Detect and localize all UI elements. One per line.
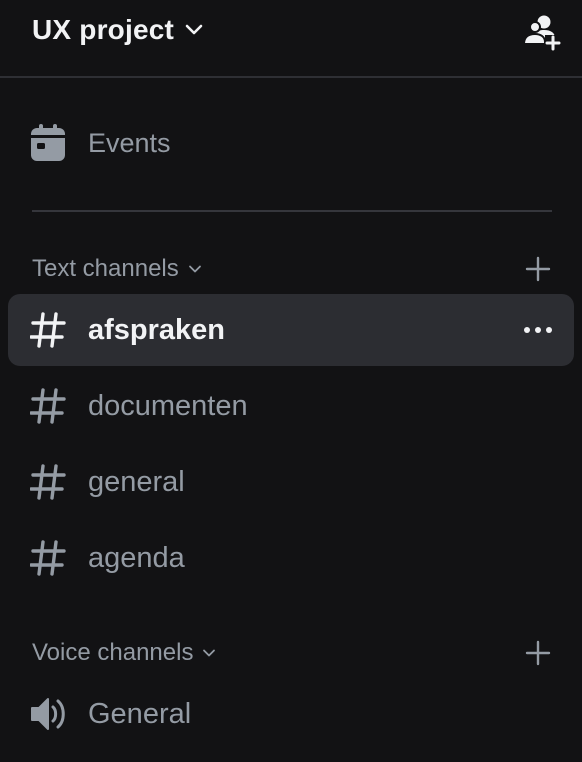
hash-icon (30, 464, 66, 500)
chevron-down-icon (185, 24, 203, 35)
events-item[interactable]: Events (16, 114, 566, 172)
voice-channel-general[interactable]: General (8, 678, 574, 750)
channel-general[interactable]: general (8, 446, 574, 518)
chevron-down-icon (203, 649, 216, 657)
category-voice-channels[interactable]: Voice channels (32, 633, 552, 673)
channel-agenda[interactable]: agenda (8, 522, 574, 594)
hash-icon (30, 312, 66, 348)
channel-afspraken[interactable]: afspraken (8, 294, 574, 366)
server-header: UX project (0, 0, 582, 78)
plus-icon[interactable] (524, 255, 552, 283)
plus-icon[interactable] (524, 639, 552, 667)
hash-icon (30, 540, 66, 576)
channel-documenten[interactable]: documenten (8, 370, 574, 442)
ellipsis-icon[interactable] (522, 318, 554, 342)
category-label: Text channels (32, 255, 179, 282)
channel-name: afspraken (88, 314, 226, 346)
channel-name: general (88, 466, 185, 498)
events-label: Events (88, 127, 171, 158)
invite-members-button[interactable] (520, 10, 562, 52)
channel-sidebar: UX project Events Text channels afsprake… (0, 0, 582, 762)
channel-name: documenten (88, 390, 248, 422)
chevron-down-icon (188, 265, 201, 273)
divider (32, 210, 552, 212)
category-label: Voice channels (32, 639, 194, 666)
channel-name: agenda (88, 542, 185, 574)
server-menu-button[interactable]: UX project (32, 8, 204, 52)
server-name: UX project (32, 14, 175, 45)
speaker-icon (31, 698, 65, 730)
hash-icon (30, 388, 66, 424)
calendar-icon (31, 124, 65, 161)
add-member-icon (522, 15, 561, 51)
channel-name: General (88, 698, 192, 730)
category-text-channels[interactable]: Text channels (32, 249, 552, 289)
